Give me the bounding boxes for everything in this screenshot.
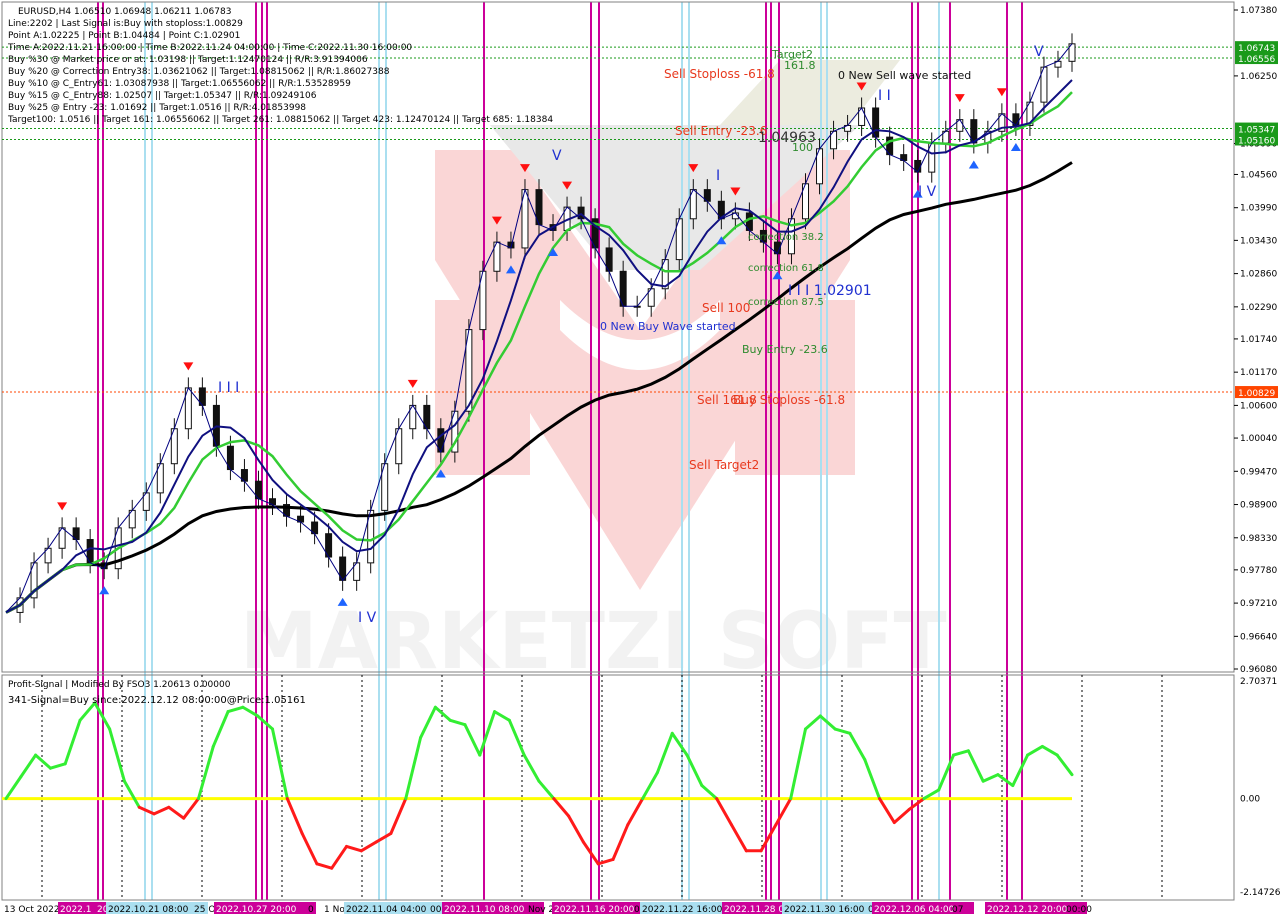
time-axis-label: 0 (308, 905, 314, 915)
price-tick-label: 0.97780 (1240, 566, 1277, 576)
price-tick-label: 1.00600 (1240, 401, 1277, 411)
time-axis-label: 00 (430, 905, 442, 915)
time-axis-label: 2022.11.28 0 (724, 905, 784, 915)
price-tick-label: 1.06250 (1240, 72, 1277, 82)
price-tick-label: 1.02290 (1240, 303, 1277, 313)
symbol-header: EURUSD,H4 1.06510 1.06948 1.06211 1.0678… (18, 7, 231, 17)
time-axis-label: 2022.11.22 16:00 (642, 905, 723, 915)
annotation-label: correction 38.2 (748, 232, 824, 243)
indicator-tick-label: 2.70371 (1240, 677, 1277, 687)
info-line: Line:2202 | Last Signal is:Buy with stop… (8, 19, 243, 29)
indicator-signal-text: 341-Signal=Buy since:2022.12.12 08:00:00… (8, 695, 306, 706)
time-axis-label: 00:00 (1066, 905, 1092, 915)
price-tick-label: 1.03990 (1240, 204, 1277, 214)
info-line: Time A:2022.11.21 16:00:00 | Time B:2022… (7, 43, 412, 53)
price-tick-label: 1.07380 (1240, 6, 1277, 16)
price-tick-label: 0.96080 (1240, 665, 1277, 675)
price-tick-label: 0.98330 (1240, 534, 1277, 544)
price-tick-label: 1.02860 (1240, 270, 1277, 280)
price-tick-label: 1.04560 (1240, 170, 1277, 180)
annotation-label: Buy Stoploss -61.8 (733, 393, 845, 407)
annotation-label: Sell Target2 (689, 458, 759, 472)
wave-label: I I (878, 88, 891, 104)
time-axis-label: 2022.11.04 04:00 (346, 905, 427, 915)
price-tick-label: 1.01170 (1240, 368, 1277, 378)
price-tick-label: 1.01740 (1240, 335, 1277, 345)
annotation-label: I I I 1.02901 (788, 283, 872, 299)
price-tick-label: 1.00040 (1240, 434, 1277, 444)
annotation-label: 161.8 (784, 59, 816, 72)
annotation-label: Sell Stoploss -61.8 (664, 67, 775, 81)
annotation-label: 0 New Buy Wave started (600, 320, 736, 333)
chart-canvas[interactable]: MARKETZI SOFT 1.073801.062501.050901.045… (0, 0, 1280, 920)
price-tag-label: 1.06556 (1238, 55, 1275, 65)
watermark-text: MARKETZI SOFT (240, 597, 947, 687)
time-axis-label: Nov 2 (528, 905, 554, 915)
annotation-label: Sell Entry -23.6 (675, 124, 767, 138)
price-tag-label: 1.05160 (1238, 136, 1275, 146)
time-axis-label: 2022.11.10 08:00 (444, 905, 525, 915)
time-axis-label: 25 O (194, 905, 215, 915)
time-axis-label: 2022.10.21 08:00 (108, 905, 189, 915)
time-axis-label: 1 No (324, 905, 345, 915)
info-line: Buy %20 @ Correction Entry38: 1.03621062… (8, 67, 390, 77)
wave-label: I V (358, 610, 377, 626)
wave-label: I V (918, 184, 937, 200)
info-line: Buy %25 @ Entry -23: 1.01692 || Target:1… (8, 103, 306, 113)
price-tick-label: 0.96640 (1240, 632, 1277, 642)
info-line: Buy %10 @ C_Entry61: 1.03087938 || Targe… (8, 79, 351, 89)
price-tick-label: 1.03430 (1240, 236, 1277, 246)
annotation-label: correction 61.8 (748, 263, 824, 274)
time-axis-label: 2022.1 (60, 905, 92, 915)
price-tick-label: 0.97210 (1240, 599, 1277, 609)
time-axis-label: 2022.11.30 16:00 (784, 905, 865, 915)
time-axis-label: 2022.10.27 20:00 (216, 905, 297, 915)
info-line: Point A:1.02225 | Point B:1.04484 | Poin… (8, 31, 240, 41)
annotation-label: 0 New Sell wave started (838, 69, 971, 82)
info-line: Target100: 1.0516 || Target 161: 1.06556… (7, 115, 553, 125)
price-tick-label: 0.98900 (1240, 501, 1277, 511)
annotation-label: Buy Entry -23.6 (742, 343, 828, 356)
time-axis-label: 2022.12.12 20:00 (987, 905, 1068, 915)
time-axis-label: 07 (952, 905, 963, 915)
info-line: Buy %15 @ C_Entry88: 1.02507 || Target:1… (8, 91, 317, 101)
trading-chart[interactable]: MARKETZI SOFT 1.073801.062501.050901.045… (0, 0, 1280, 920)
wave-label: I I I (218, 380, 239, 396)
wave-label: I (716, 168, 720, 184)
time-axis-label: 13 Oct 2022 (4, 905, 60, 915)
indicator-title: Profit-Signal | Modified By FSO3 1.20613… (8, 680, 231, 690)
annotation-label: 100 (792, 141, 813, 154)
wave-label: V (552, 148, 562, 164)
price-tick-label: 0.99470 (1240, 467, 1277, 477)
time-axis-label: 2022.12.06 04:00 (874, 905, 955, 915)
wave-label: V (1034, 44, 1044, 60)
annotation-label: Sell 100 (702, 301, 750, 315)
time-axis-label: 2022.11.16 20:00 (554, 905, 635, 915)
indicator-tick-label: 0.00 (1240, 795, 1260, 805)
info-line: Buy %30 @ Market price or at: 1.03198 ||… (8, 55, 368, 65)
indicator-tick-label: -2.14726 (1240, 888, 1280, 898)
price-tag-label: 1.00829 (1238, 389, 1275, 399)
time-axis-label: 0 (634, 905, 640, 915)
